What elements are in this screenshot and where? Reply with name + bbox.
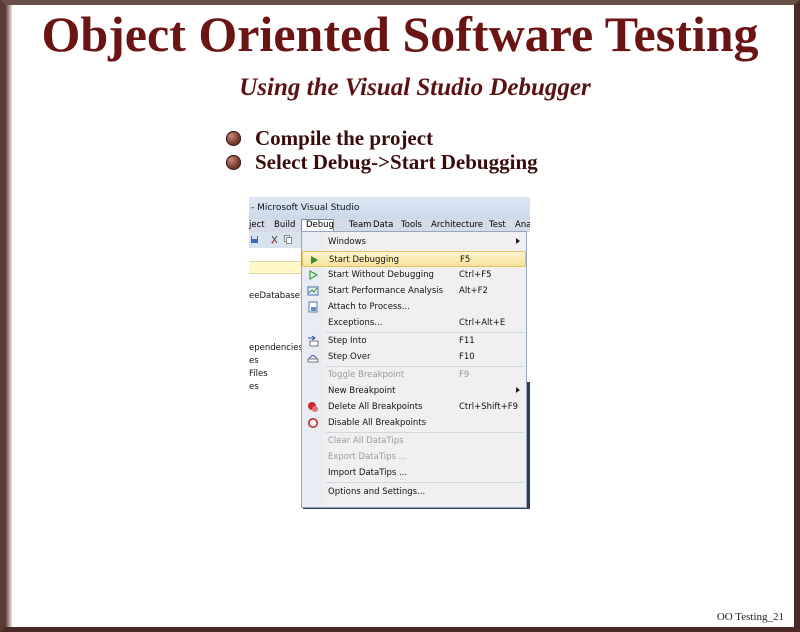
menu-item-options-and-settings[interactable]: Options and Settings... [302,484,526,500]
menu-separator [326,482,524,483]
menu-item-label: Start Performance Analysis [328,286,444,296]
delete-breakpoints-icon [308,402,318,412]
menu-debug-label: Debug [306,220,334,230]
menu-item-export-datatips[interactable]: Export DataTips ... [302,449,526,465]
vs-window-title: - Microsoft Visual Studio [251,203,360,213]
menu-item-label: Import DataTips ... [328,468,408,478]
debug-menu-dropdown: Windows Start Debugging F5 Start Without… [301,231,527,508]
menu-item-shortcut: Ctrl+F5 [459,270,492,280]
bullet-list: Compile the project Select Debug->Start … [226,126,538,174]
menu-item-label: Step Over [328,352,371,362]
submenu-arrow-icon [516,238,520,244]
play-outline-icon [309,269,319,281]
menu-tools[interactable]: Tools [401,220,422,230]
menu-item-start-debugging[interactable]: Start Debugging F5 [302,251,526,267]
menu-item-shortcut: Alt+F2 [459,286,488,296]
menu-data[interactable]: Data [373,220,393,230]
visual-studio-screenshot: - Microsoft Visual Studio ject Build Tea… [249,197,530,509]
bullet-item: Select Debug->Start Debugging [226,150,538,174]
bullet-text: Select Debug->Start Debugging [255,149,538,174]
slide-footer: OO Testing_21 [716,611,784,623]
slide-title: Object Oriented Software Testing [41,6,759,62]
menu-item-clear-all-datatips[interactable]: Clear All DataTips [302,433,526,449]
menu-architecture[interactable]: Architecture [431,220,483,230]
performance-icon [307,286,319,296]
menu-item-attach-to-process[interactable]: Attach to Process... [302,299,526,315]
disable-breakpoints-icon [308,418,318,428]
menu-item-label: Attach to Process... [328,302,410,312]
menu-item-label: Step Into [328,336,367,346]
menu-item-step-over[interactable]: Step Over F10 [302,349,526,365]
menu-item-import-datatips[interactable]: Import DataTips ... [302,465,526,481]
menu-item-shortcut: Ctrl+Alt+E [459,318,506,328]
menu-item-label: Exceptions... [328,318,383,328]
solution-explorer-highlight [249,261,303,274]
menu-item-label: Delete All Breakpoints [328,402,423,412]
menu-item-label: Export DataTips ... [328,452,407,462]
step-into-icon [308,335,319,347]
menu-item-shortcut: F5 [460,255,471,265]
step-over-icon [307,355,319,363]
menu-item-shortcut: F11 [459,336,475,346]
slide-subtitle: Using the Visual Studio Debugger [239,74,591,101]
solution-item[interactable]: eeDatabase' ( [249,291,308,301]
menu-item-start-without-debugging[interactable]: Start Without Debugging Ctrl+F5 [302,267,526,283]
menu-team[interactable]: Team [349,220,371,230]
bullet-icon [226,154,241,170]
vs-toolbar [249,232,303,248]
solution-item[interactable]: Files [249,369,268,379]
menu-item-shortcut: F10 [459,352,475,362]
bullet-icon [226,130,241,146]
menu-item-label: Options and Settings... [328,487,426,497]
menu-item-label: Windows [328,237,366,247]
copy-icon[interactable] [284,235,292,244]
menu-item-disable-all-breakpoints[interactable]: Disable All Breakpoints [302,415,526,431]
cut-icon[interactable] [271,235,279,244]
menu-item-label: Start Without Debugging [328,270,434,280]
menu-item-label: Start Debugging [329,255,399,265]
vs-titlebar: - Microsoft Visual Studio [249,197,530,219]
menu-item-label: Toggle Breakpoint [328,370,405,380]
bullet-item: Compile the project [226,126,538,150]
menu-item-toggle-breakpoint[interactable]: Toggle Breakpoint F9 [302,367,526,383]
save-all-icon[interactable] [251,235,259,244]
menu-item-new-breakpoint[interactable]: New Breakpoint [302,383,526,399]
menu-item-start-performance-analysis[interactable]: Start Performance Analysis Alt+F2 [302,283,526,299]
menu-item-label: Clear All DataTips [328,436,404,446]
menu-item-label: Disable All Breakpoints [328,418,427,428]
menu-test[interactable]: Test [489,220,506,230]
menu-item-step-into[interactable]: Step Into F11 [302,333,526,349]
menu-item-delete-all-breakpoints[interactable]: Delete All Breakpoints Ctrl+Shift+F9 [302,399,526,415]
menu-build[interactable]: Build [274,220,295,230]
solution-item[interactable]: es [249,356,259,366]
menu-item-windows[interactable]: Windows [302,234,526,250]
solution-item[interactable]: ependencies [249,343,303,353]
menu-item-shortcut: F9 [459,370,470,380]
solution-explorer-panel: eeDatabase' ( ependencies es Files es [249,248,308,509]
attach-icon [308,301,318,313]
menu-item-shortcut: Ctrl+Shift+F9 [459,402,518,412]
menu-analyze[interactable]: Ana [515,220,530,230]
bullet-text: Compile the project [255,125,434,150]
menu-item-exceptions[interactable]: Exceptions... Ctrl+Alt+E [302,315,526,331]
menu-project[interactable]: ject [249,220,265,230]
submenu-arrow-icon [516,387,520,393]
menu-item-label: New Breakpoint [328,386,396,396]
play-icon [311,256,318,264]
solution-item[interactable]: es [249,382,259,392]
